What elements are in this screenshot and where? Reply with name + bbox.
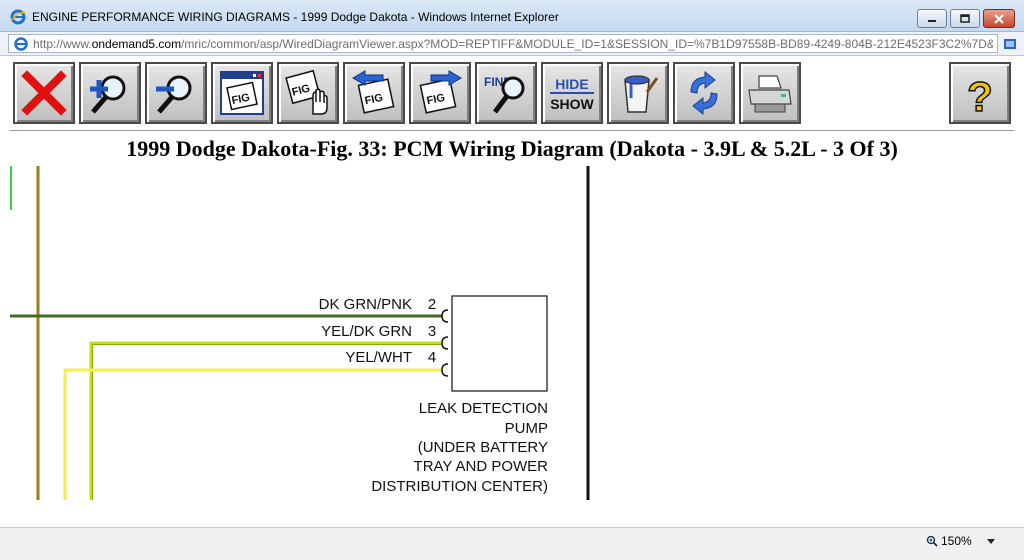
refresh-arrows-icon (690, 70, 718, 116)
zoom-control[interactable]: 150% (926, 534, 972, 548)
url-field[interactable]: http://www.ondemand5.com/mric/common/asp… (8, 34, 998, 53)
fig-window-icon: FIG (220, 71, 264, 115)
component-label-line-5: DISTRIBUTION CENTER) (371, 478, 548, 495)
help-button[interactable]: ? (949, 62, 1011, 124)
component-label-line-1: LEAK DETECTION (419, 400, 548, 417)
leak-detection-pump-box (451, 295, 548, 392)
red-x-icon (21, 70, 67, 116)
paint-color-button[interactable] (607, 62, 669, 124)
maximize-icon (960, 13, 970, 23)
zoom-in-button[interactable] (79, 62, 141, 124)
address-bar: http://www.ondemand5.com/mric/common/asp… (0, 32, 1024, 56)
hide-show-icon: HIDE SHOW (550, 76, 595, 112)
connector-pin-4 (441, 363, 449, 377)
find-button[interactable]: FIND (475, 62, 537, 124)
internet-explorer-icon (10, 9, 26, 25)
compatibility-icon[interactable] (1003, 37, 1017, 51)
window-title: ENGINE PERFORMANCE WIRING DIAGRAMS - 199… (32, 10, 559, 24)
pin-number-2: 2 (428, 296, 436, 313)
zoom-dropdown-icon[interactable] (986, 536, 996, 546)
next-figure-button[interactable]: FIG (409, 62, 471, 124)
find-magnifier-icon: FIND (484, 75, 525, 114)
wire-label-yel-dk-grn: YEL/DK GRN (321, 323, 412, 340)
minimize-icon (928, 19, 936, 22)
pin-number-3: 3 (428, 323, 436, 340)
url-path: /mric/common/asp/WiredDiagramViewer.aspx… (181, 37, 993, 51)
status-bar: 150% (0, 527, 1024, 560)
fig-back-arrow-icon: FIG (352, 70, 395, 114)
hide-show-button[interactable]: HIDE SHOW (541, 62, 603, 124)
wire-yel-dk-grn-shade (92, 344, 442, 500)
wire-label-dk-grn-pnk: DK GRN/PNK (319, 296, 412, 313)
zoom-in-magnifier-icon (90, 75, 126, 114)
close-diagram-button[interactable] (13, 62, 75, 124)
wire-yel-dk-grn (89, 341, 442, 500)
diagram-title: 1999 Dodge Dakota-Fig. 33: PCM Wiring Di… (126, 136, 898, 161)
print-button[interactable] (739, 62, 801, 124)
printer-icon (748, 75, 792, 113)
connector-pin-2 (441, 309, 449, 323)
url-prefix: http://www. (33, 37, 92, 51)
question-mark-icon: ? (966, 72, 993, 118)
close-icon (994, 13, 1004, 24)
fig-hand-icon: FIG (285, 69, 328, 115)
show-label: SHOW (550, 96, 594, 112)
pan-figure-button[interactable]: FIG (277, 62, 339, 124)
zoom-level: 150% (941, 534, 972, 548)
fig-forward-arrow-icon: FIG (419, 70, 462, 114)
zoom-out-magnifier-icon (156, 75, 192, 114)
refresh-button[interactable] (673, 62, 735, 124)
zoom-magnifier-icon (926, 535, 938, 547)
component-label-line-2: PUMP (505, 420, 548, 437)
zoom-out-button[interactable] (145, 62, 207, 124)
component-label-line-3: (UNDER BATTERY (418, 439, 548, 456)
help-label: ? (967, 73, 993, 118)
url-domain: ondemand5.com (91, 37, 182, 51)
minimize-button[interactable] (917, 9, 947, 28)
maximize-button[interactable] (950, 9, 980, 28)
figure-window-button[interactable]: FIG (211, 62, 273, 124)
close-window-button[interactable] (983, 9, 1015, 28)
url-text: http://www.ondemand5.com/mric/common/asp… (33, 37, 993, 51)
wire-label-yel-wht: YEL/WHT (345, 349, 412, 366)
paint-bucket-icon (624, 75, 659, 113)
page-ie-icon (14, 37, 28, 51)
previous-figure-button[interactable]: FIG (343, 62, 405, 124)
toolbar-divider (10, 130, 1014, 131)
component-label-line-4: TRAY AND POWER (414, 458, 549, 475)
hide-label: HIDE (555, 76, 588, 92)
wiring-diagram[interactable]: DK GRN/PNK 2 YEL/DK GRN 3 YEL/WHT 4 LEAK… (10, 166, 1014, 500)
pin-number-4: 4 (428, 349, 436, 366)
connector-pin-3 (441, 336, 449, 350)
diagram-toolbar: FIG FIG FIG FIG FIND HIDE SHOW ? (0, 56, 1024, 132)
window-titlebar: ENGINE PERFORMANCE WIRING DIAGRAMS - 199… (0, 0, 1024, 32)
